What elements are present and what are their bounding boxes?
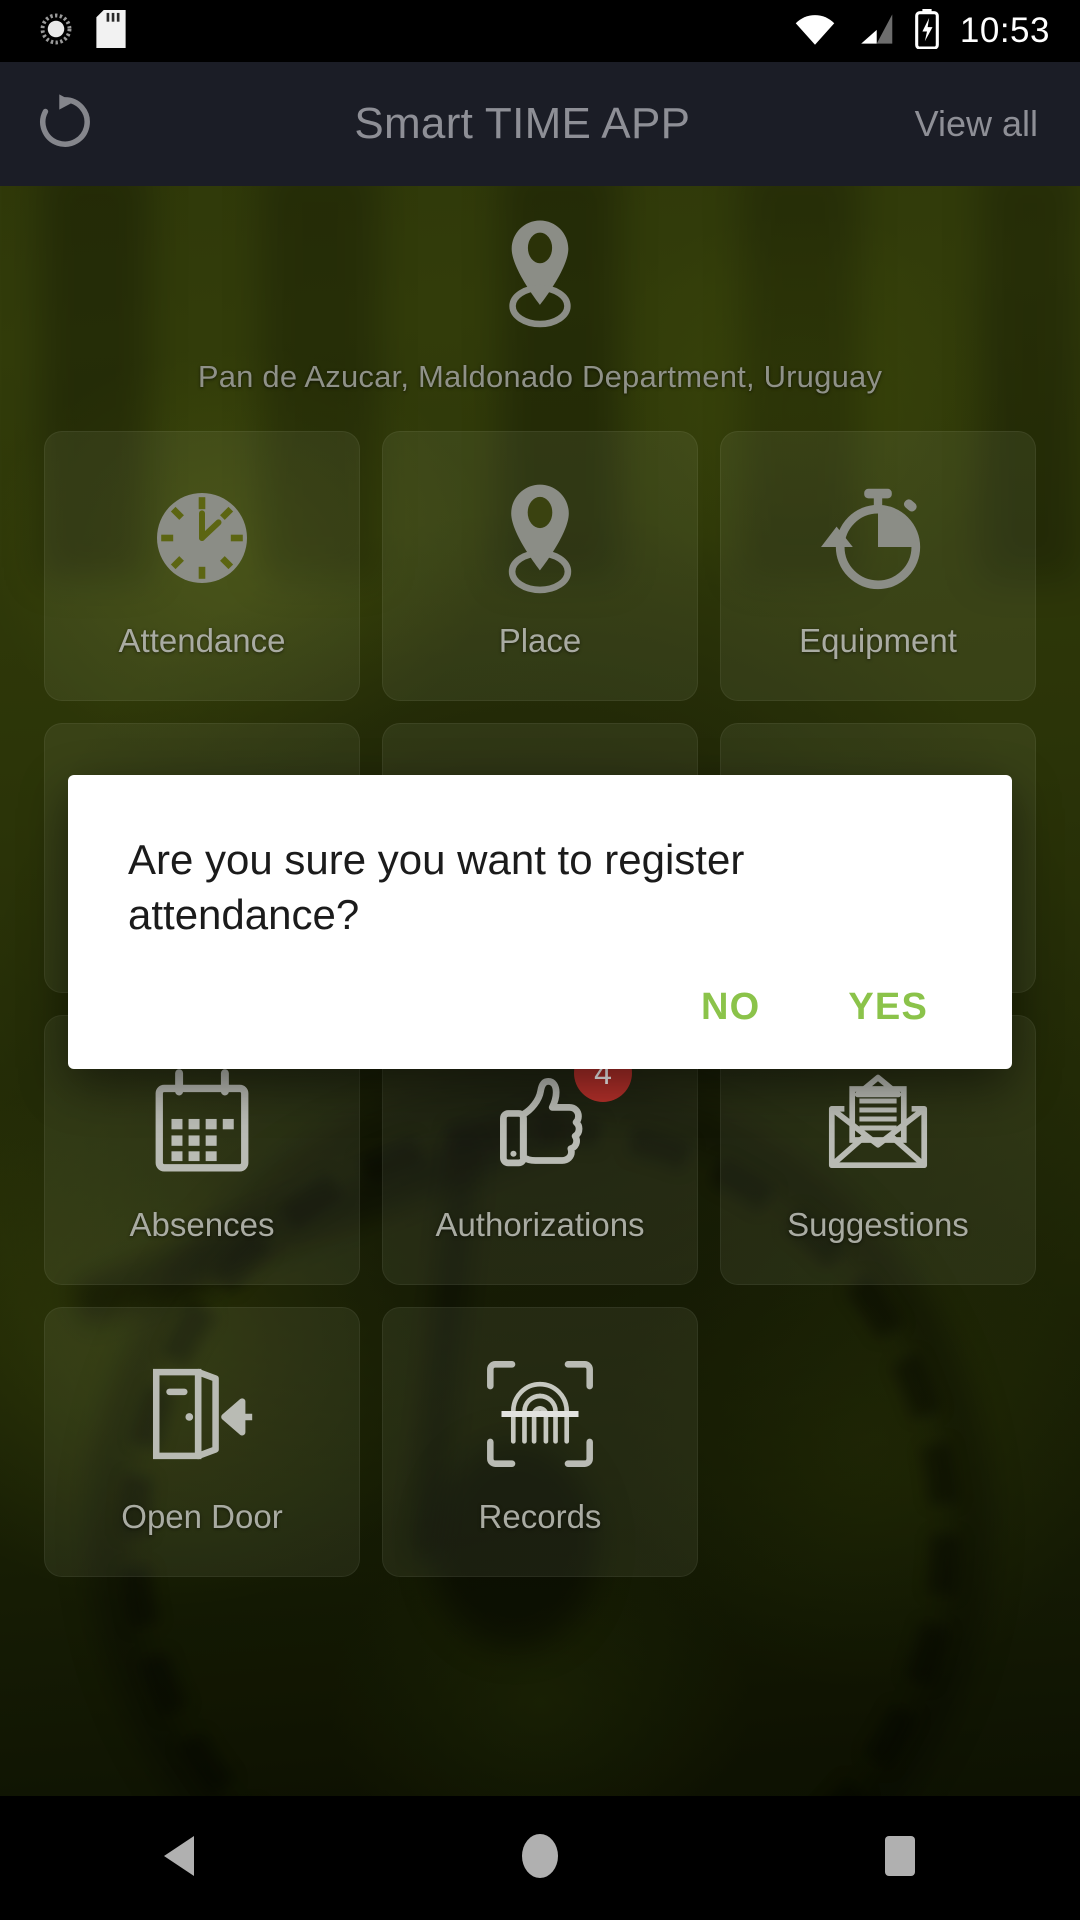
envelope-icon xyxy=(818,1056,938,1188)
stopwatch-icon xyxy=(818,472,938,604)
tile-equipment[interactable]: Equipment xyxy=(720,431,1036,701)
thumbs-up-icon: 4 xyxy=(482,1044,632,1188)
tile-label: Open Door xyxy=(121,1498,283,1535)
tile-label: Attendance xyxy=(118,622,286,659)
location-pin-icon xyxy=(0,214,1080,337)
tile-records[interactable]: Records xyxy=(382,1307,698,1577)
tile-open-door[interactable]: Open Door xyxy=(44,1307,360,1577)
home-button[interactable] xyxy=(420,1796,660,1920)
cellular-signal-icon xyxy=(856,12,894,51)
tile-label: Suggestions xyxy=(787,1206,969,1243)
tile-label: Absences xyxy=(129,1206,275,1243)
confirmation-dialog: Are you sure you want to register attend… xyxy=(68,775,1012,1070)
yes-button[interactable]: YES xyxy=(848,986,928,1029)
tile-label: Equipment xyxy=(799,622,957,659)
refresh-button[interactable] xyxy=(0,91,130,158)
android-nav-bar xyxy=(0,1796,1080,1920)
back-triangle-icon xyxy=(160,1834,200,1883)
fingerprint-scan-icon xyxy=(481,1348,599,1480)
home-circle-icon xyxy=(520,1832,560,1885)
tile-label: Place xyxy=(498,622,582,659)
no-button[interactable]: NO xyxy=(701,986,760,1029)
status-bar-left-icons xyxy=(0,9,794,53)
alarm-icon xyxy=(38,11,74,52)
clock-icon xyxy=(142,472,262,604)
sd-card-icon xyxy=(96,9,126,53)
back-button[interactable] xyxy=(60,1796,300,1920)
location-text: Pan de Azucar, Maldonado Department, Uru… xyxy=(197,359,883,394)
phone-screen: 10:53 Smart TIME APP View all Pan de Azu… xyxy=(0,0,1080,1920)
recents-square-icon xyxy=(883,1834,917,1883)
app-bar: Smart TIME APP View all xyxy=(0,62,1080,186)
open-door-icon xyxy=(140,1348,264,1480)
refresh-icon xyxy=(34,91,96,158)
tile-label: Authorizations xyxy=(435,1206,645,1243)
status-bar-right-icons: 10:53 xyxy=(794,8,1080,54)
tile-attendance[interactable]: Attendance xyxy=(44,431,360,701)
tile-place[interactable]: Place xyxy=(382,431,698,701)
dialog-actions: NO YES xyxy=(128,942,952,1069)
status-bar: 10:53 xyxy=(0,0,1080,62)
location-pin-icon xyxy=(488,472,592,604)
battery-charging-icon xyxy=(914,8,940,54)
recents-button[interactable] xyxy=(780,1796,1020,1920)
dialog-message: Are you sure you want to register attend… xyxy=(128,836,745,938)
current-location[interactable]: Pan de Azucar, Maldonado Department, Uru… xyxy=(0,186,1080,395)
calendar-icon xyxy=(144,1056,260,1188)
tile-label: Records xyxy=(478,1498,602,1535)
view-all-link[interactable]: View all xyxy=(915,103,1080,145)
wifi-icon xyxy=(794,12,836,51)
status-bar-clock: 10:53 xyxy=(959,11,1050,50)
app-title: Smart TIME APP xyxy=(354,99,691,148)
